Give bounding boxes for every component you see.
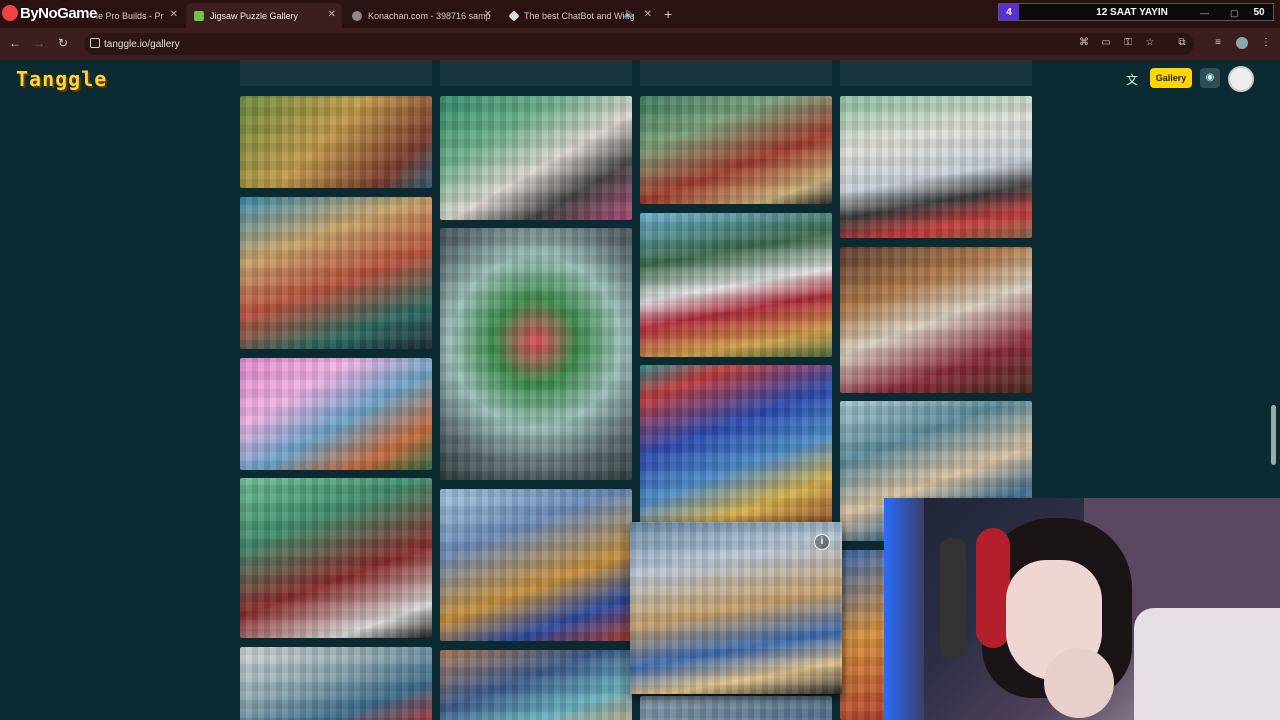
close-icon[interactable]: ✕ <box>170 9 178 20</box>
cam-streamer-hand <box>1044 648 1114 718</box>
page-scrollbar-thumb[interactable] <box>1271 405 1276 465</box>
stream-left-number: 4 <box>999 4 1019 20</box>
webcam-overlay <box>884 498 1280 720</box>
puzzle-thumbnail[interactable] <box>240 197 432 349</box>
info-icon[interactable]: i <box>814 534 830 550</box>
site-header: Tanggle 文 Gallery ◉ <box>0 60 1280 98</box>
puzzle-thumbnail-hovered[interactable] <box>630 522 842 694</box>
tab-chatbot[interactable]: The best ChatBot and Widg 🔈 ✕ <box>502 3 658 28</box>
brand-logo-icon <box>2 5 18 21</box>
puzzle-thumbnail[interactable] <box>440 96 632 220</box>
bookmark-star-icon[interactable]: ☆ <box>1144 37 1156 49</box>
stream-title: 12 SAAT YAYIN <box>1096 6 1168 18</box>
brand-text: ByNoGame <box>20 4 97 22</box>
puzzle-thumbnail[interactable] <box>640 365 832 525</box>
tab-label: Jigsaw Puzzle Gallery <box>210 10 299 21</box>
user-avatar[interactable] <box>1228 66 1254 92</box>
puzzle-thumbnail[interactable] <box>240 358 432 470</box>
tab-label: The best ChatBot and Widg <box>524 10 635 21</box>
browser-toolbar: ← → ↻ tanggle.io/gallery ⌘ ▭ ⚿ ☆ ⧉ ≡ ⋮ <box>0 28 1280 60</box>
translate-page-icon[interactable]: ⌘ <box>1078 37 1090 49</box>
profile-icon[interactable] <box>1236 37 1248 49</box>
tab-pro-builds[interactable]: le Pro Builds - Pr ✕ <box>88 3 184 28</box>
puzzle-thumbnail[interactable] <box>640 696 832 720</box>
cam-bed <box>1134 608 1280 720</box>
cast-icon[interactable]: ▭ <box>1100 37 1112 49</box>
puzzle-thumbnail[interactable] <box>840 96 1032 238</box>
key-icon[interactable]: ⚿ <box>1122 37 1134 49</box>
cam-led-light <box>884 498 924 720</box>
cam-microphone <box>940 538 966 658</box>
language-icon[interactable]: 文 <box>1124 71 1140 87</box>
puzzle-thumbnail[interactable] <box>640 96 832 204</box>
puzzle-thumbnail[interactable] <box>240 647 432 720</box>
diamond-icon <box>508 9 520 22</box>
extensions-icon[interactable]: ⧉ <box>1176 37 1188 49</box>
cam-streamer-red-hair <box>976 528 1010 648</box>
puzzle-thumbnail[interactable] <box>840 247 1032 393</box>
puzzle-thumbnail[interactable] <box>640 213 832 357</box>
new-tab-button[interactable]: + <box>664 6 672 22</box>
discord-icon[interactable]: ◉ <box>1200 68 1220 88</box>
tab-label: le Pro Builds - Pr <box>96 10 164 21</box>
puzzle-thumbnail[interactable] <box>440 489 632 641</box>
media-control-icon[interactable]: ≡ <box>1212 37 1224 49</box>
puzzle-thumbnail[interactable] <box>440 650 632 720</box>
url-text: tanggle.io/gallery <box>104 38 180 50</box>
close-icon[interactable]: ✕ <box>484 9 492 20</box>
stream-right-number: 50 <box>1253 6 1265 18</box>
globe-icon <box>352 10 362 21</box>
close-icon[interactable]: ✕ <box>328 9 336 20</box>
tab-jigsaw-gallery[interactable]: Jigsaw Puzzle Gallery ✕ <box>186 3 342 28</box>
close-icon[interactable]: ✕ <box>644 9 652 20</box>
address-bar[interactable]: tanggle.io/gallery <box>84 33 1194 55</box>
stream-brand-logo: ByNoGame <box>0 0 97 26</box>
puzzle-thumbnail[interactable] <box>440 228 632 480</box>
maximize-icon[interactable]: ▢ <box>1230 8 1239 19</box>
puzzle-thumbnail[interactable] <box>240 96 432 188</box>
speaker-icon[interactable]: 🔈 <box>624 9 636 20</box>
puzzle-thumbnail[interactable] <box>240 478 432 638</box>
minimize-icon[interactable]: — <box>1200 8 1209 18</box>
tanggle-logo[interactable]: Tanggle <box>16 67 107 91</box>
site-info-icon[interactable] <box>90 38 100 48</box>
tab-konachan[interactable]: Konachan.com - 398716 samp ✕ <box>344 3 498 28</box>
forward-arrow-icon[interactable]: → <box>32 36 46 50</box>
back-arrow-icon[interactable]: ← <box>8 36 22 50</box>
menu-kebab-icon[interactable]: ⋮ <box>1260 37 1272 49</box>
tanggle-favicon-icon <box>194 10 204 21</box>
gallery-button[interactable]: Gallery <box>1150 68 1192 88</box>
reload-icon[interactable]: ↻ <box>56 36 70 50</box>
tab-label: Konachan.com - 398716 samp <box>368 10 491 21</box>
